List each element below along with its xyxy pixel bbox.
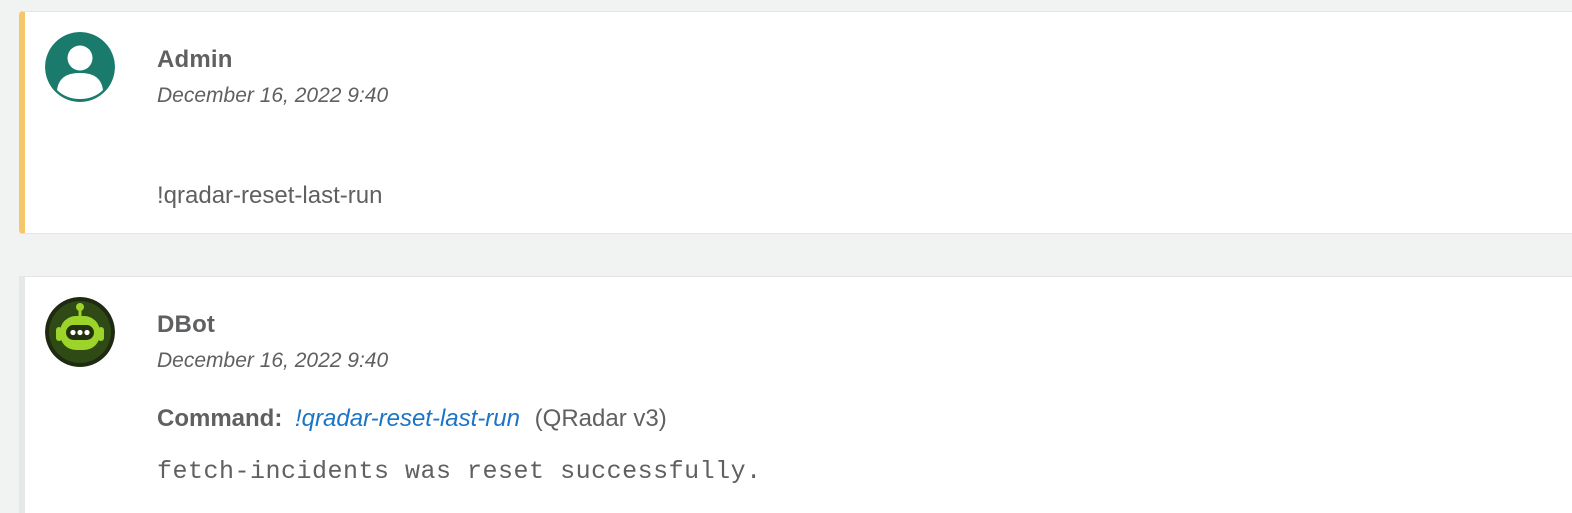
entry-message: !qradar-reset-last-run <box>157 182 383 209</box>
war-room-entry-dbot: DBot December 16, 2022 9:40 Command: !qr… <box>19 276 1572 513</box>
command-integration: (QRadar v3) <box>534 405 667 432</box>
command-output: fetch-incidents was reset successfully. <box>157 457 762 486</box>
entry-timestamp: December 16, 2022 9:40 <box>157 84 389 107</box>
entry-author: Admin <box>157 46 233 73</box>
command-line: Command: !qradar-reset-last-run (QRadar … <box>157 405 667 433</box>
user-avatar-icon <box>45 32 115 102</box>
command-link[interactable]: !qradar-reset-last-run <box>295 405 520 432</box>
robot-avatar-icon <box>45 297 115 367</box>
command-label: Command: <box>157 405 283 432</box>
entry-author: DBot <box>157 311 216 338</box>
war-room-entry-admin: Admin December 16, 2022 9:40 !qradar-res… <box>19 11 1572 234</box>
war-room-feed: Admin December 16, 2022 9:40 !qradar-res… <box>0 0 1572 513</box>
entry-timestamp: December 16, 2022 9:40 <box>157 349 389 372</box>
